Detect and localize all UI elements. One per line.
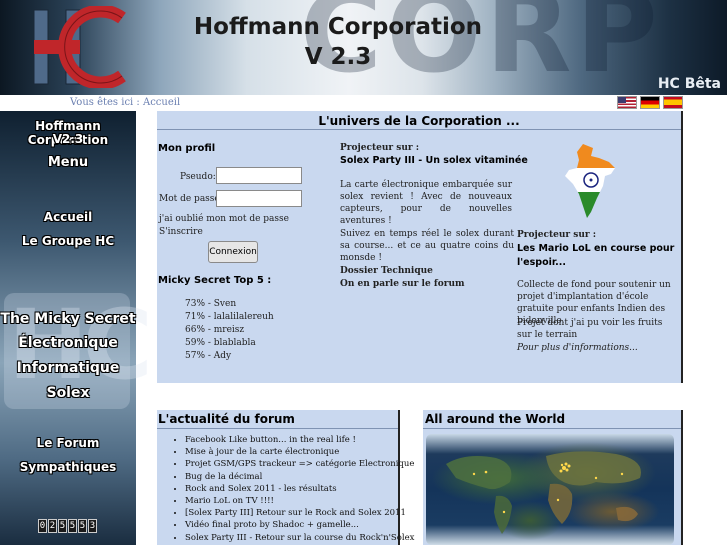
world-title: All around the World	[425, 412, 566, 426]
password-label: Mot de passe:	[159, 194, 223, 204]
site-version: V 2.3	[304, 44, 372, 70]
forum-divider	[157, 428, 398, 429]
site-title: Hoffmann Corporation	[193, 14, 483, 40]
german-flag-icon[interactable]	[640, 96, 660, 109]
forum-topic-link[interactable]: Bug de la décimal	[185, 471, 414, 483]
sidebar-item-accueil[interactable]: Accueil	[0, 210, 136, 224]
forum-topic-link[interactable]: Mise à jour de la carte électronique	[185, 446, 414, 458]
visitor-points-icon	[446, 451, 641, 534]
counter-digit: 3	[88, 519, 97, 533]
forum-topic-link[interactable]: Projet GSM/GPS trackeur => catégorie Ele…	[185, 458, 414, 470]
profile-heading: Mon profil	[158, 143, 216, 154]
header-banner: CORP Hoffmann Corporation V 2.3 HC Bêta	[0, 0, 727, 95]
top5-heading: Micky Secret Top 5 :	[158, 275, 272, 286]
forum-topic-link[interactable]: [Solex Party III] Retour sur le Rock and…	[185, 507, 414, 519]
main-divider	[157, 129, 681, 130]
hc-logo-icon[interactable]	[30, 6, 128, 88]
counter-digit: 5	[78, 519, 87, 533]
top5-item: 73% - Sven	[185, 299, 237, 309]
sidebar-item-sympathiques[interactable]: Sympathiques	[0, 460, 136, 474]
breadcrumb-home-link[interactable]: Accueil	[143, 97, 180, 108]
counter-digit: 5	[68, 519, 77, 533]
projector1-text2: Suivez en temps réel le solex durant sa …	[340, 229, 514, 263]
register-link[interactable]: S'inscrire	[159, 226, 203, 238]
counter-digit: 0	[38, 519, 47, 533]
sidebar-version: V2.3	[52, 132, 84, 146]
sidebar-item-informatique[interactable]: Informatique	[0, 360, 136, 376]
counter-digit: 5	[58, 519, 67, 533]
sidebar-item-forum[interactable]: Le Forum	[0, 436, 136, 450]
top5-item: 59% - blablabla	[185, 338, 256, 348]
breadcrumb: Vous êtes ici : Accueil	[70, 97, 180, 108]
login-button[interactable]: Connexion	[208, 241, 258, 263]
language-selector	[617, 96, 683, 109]
sidebar-item-solex[interactable]: Solex	[0, 385, 136, 401]
sidebar-menu-label: Menu	[47, 155, 89, 170]
pseudo-input[interactable]	[216, 167, 302, 184]
visit-counter: 0 2 5 5 5 3	[38, 519, 97, 533]
main-title: L'univers de la Corporation ...	[318, 114, 520, 128]
projector2-label: Projecteur sur :	[517, 230, 597, 240]
us-flag-icon[interactable]	[617, 96, 637, 109]
projector1-label: Projecteur sur :	[340, 143, 420, 153]
projector2-title[interactable]: Les Mario LoL en course pour l'espoir...	[517, 242, 681, 270]
forum-panel: L'actualité du forum Facebook Like butto…	[157, 410, 414, 545]
breadcrumb-prefix: Vous êtes ici :	[70, 97, 140, 108]
world-map[interactable]	[426, 434, 674, 545]
technical-file-link[interactable]: Dossier Technique	[340, 265, 433, 277]
sidebar-item-micky-secret[interactable]: The Micky Secret	[0, 311, 136, 327]
projector1-title[interactable]: Solex Party III - Un solex vitaminée	[340, 155, 528, 166]
forum-topic-link[interactable]: Solex Party III - Retour sur la course d…	[185, 532, 414, 544]
world-divider	[423, 428, 681, 429]
forum-title: L'actualité du forum	[158, 412, 295, 426]
sidebar: HC Hoffmann Corporation V2.3 Menu Accuei…	[0, 111, 153, 545]
edition-label: HC Bêta	[657, 76, 721, 92]
top5-item: 66% - mreisz	[185, 325, 245, 335]
sidebar-item-groupe-hc[interactable]: Le Groupe HC	[0, 234, 136, 248]
password-input[interactable]	[216, 190, 302, 207]
forum-topic-link[interactable]: Vidéo final proto by Shadoc + gamelle...	[185, 519, 414, 531]
projector2-text2: Projet dont j'ai pu voir les fruits sur …	[517, 318, 663, 340]
top5-item: 57% - Ady	[185, 351, 232, 361]
pseudo-label: Pseudo:	[180, 172, 216, 182]
counter-digit: 2	[48, 519, 57, 533]
india-flag-map-icon	[565, 144, 615, 218]
forum-list: Facebook Like button... in the real life…	[171, 434, 414, 544]
forgot-password-link[interactable]: j'ai oublié mon mot de passe	[159, 213, 289, 225]
more-info-link[interactable]: Pour plus d'informations...	[517, 342, 638, 354]
sidebar-item-electronique[interactable]: Électronique	[0, 335, 136, 351]
forum-discussion-link[interactable]: On en parle sur le forum	[340, 278, 465, 290]
forum-topic-link[interactable]: Rock and Solex 2011 - les résultats	[185, 483, 414, 495]
spanish-flag-icon[interactable]	[663, 96, 683, 109]
forum-topic-link[interactable]: Facebook Like button... in the real life…	[185, 434, 414, 446]
projector1-text: La carte électronique embarquée sur sole…	[340, 180, 512, 226]
forum-topic-link[interactable]: Mario LoL on TV !!!!	[185, 495, 414, 507]
top5-item: 71% - lalalilalereuh	[185, 312, 274, 322]
